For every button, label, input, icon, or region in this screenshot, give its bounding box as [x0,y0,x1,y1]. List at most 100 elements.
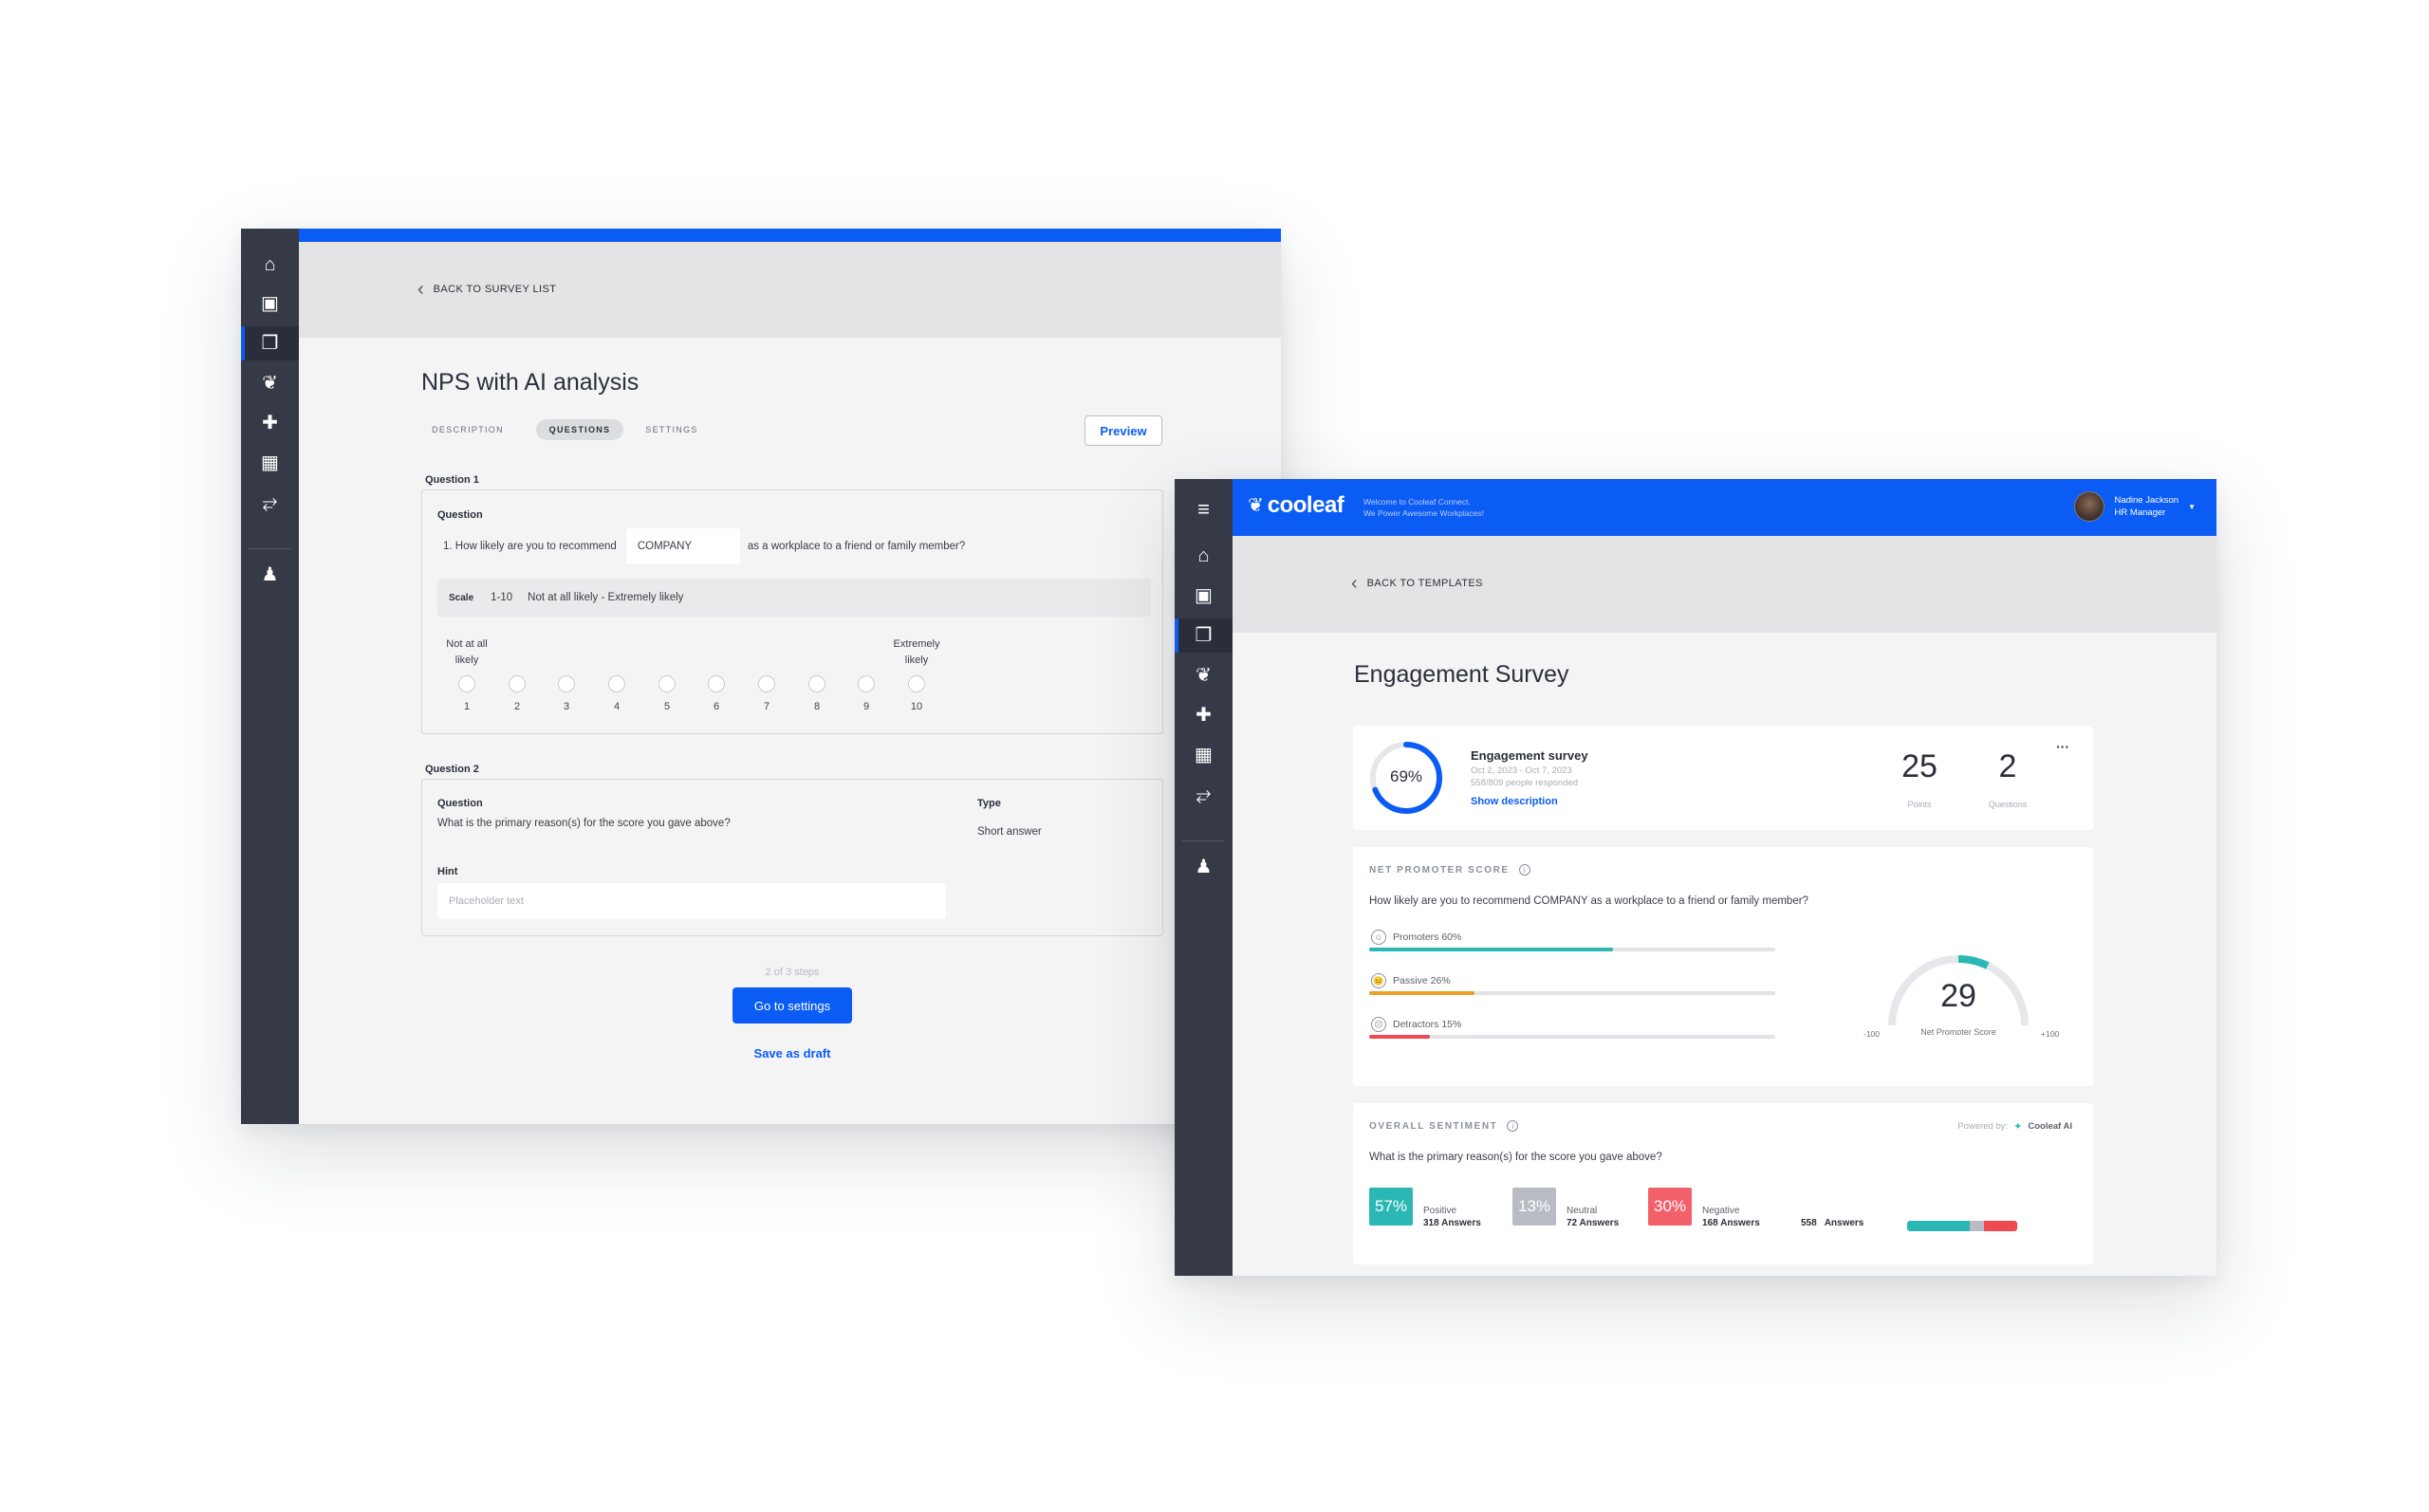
calendar-check-icon[interactable]: ▣ [1175,579,1233,613]
scale-number-8: 8 [813,701,821,712]
promoters-face-icon: ☺ [1371,930,1386,945]
scale-radio-4[interactable] [608,675,625,692]
powered-by: Powered by: ✦ Cooleaf AI [1957,1120,2072,1133]
scale-radio-10[interactable] [908,675,925,692]
steps-indicator: 2 of 3 steps [765,967,820,978]
save-as-draft-link[interactable]: Save as draft [734,1046,850,1060]
passive-label: Passive 26% [1393,975,1451,986]
hint-input[interactable]: Placeholder text [437,883,946,919]
q2-question-label: Question [437,798,483,809]
welcome-line-1: Welcome to Cooleaf Connect. [1363,497,1471,507]
heart-hands-icon[interactable]: ❦ [241,366,299,400]
tab-settings[interactable]: SETTINGS [640,419,704,440]
survey-dates: Oct 2, 2023 - Oct 7, 2023 [1471,765,1572,776]
back-to-survey-list[interactable]: ‹ BACK TO SURVEY LIST [417,280,556,299]
calendar-check-icon[interactable]: ▣ [241,286,299,321]
nps-section-label: NET PROMOTER SCORE [1369,864,1510,876]
user-role: HR Manager [2114,507,2166,518]
home-icon[interactable]: ⌂ [241,248,299,282]
scale-number-7: 7 [763,701,770,712]
total-count: 558 [1801,1218,1817,1228]
scale-description: Not at all likely - Extremely likely [528,592,684,603]
back-to-templates[interactable]: ‹ BACK TO TEMPLATES [1351,574,1483,593]
survey-icon[interactable]: ❐ [1175,618,1233,653]
question-2-card: Question What is the primary reason(s) f… [421,779,1163,936]
low-end-label: Not at all likely [446,638,488,666]
engagement-report-window: ≡ ⌂ ▣ ❐ ❦ ✚ ▦ ⥂ ♟ ❦ cooleaf Welcome to C… [1175,479,2216,1276]
high-end-label: Extremely likely [893,638,940,666]
total-answers: 558 Answers [1801,1218,1863,1228]
preview-button[interactable]: Preview [1085,415,1162,446]
scale-radio-2[interactable] [509,675,526,692]
split-negative [1984,1221,2017,1231]
nps-score: 29 [1940,978,1976,1014]
heart-hands-icon[interactable]: ❦ [1175,658,1233,692]
gift-icon[interactable]: ✚ [241,406,299,440]
q2-question-text[interactable]: What is the primary reason(s) for the sc… [437,818,731,829]
survey-responded: 558/809 people responded [1471,778,1579,788]
chevron-left-icon: ‹ [1351,573,1358,594]
scale-radio-9[interactable] [858,675,875,692]
ai-name: Cooleaf AI [2028,1121,2072,1132]
points-label: Points [1907,800,1932,809]
more-options-button[interactable]: ··· [2051,739,2074,754]
scale-number-2: 2 [513,701,521,712]
show-description-link[interactable]: Show description [1471,796,1558,807]
survey-summary-card: 69% Engagement survey Oct 2, 2023 - Oct … [1353,726,2093,830]
q1-question-prefix: 1. How likely are you to recommend [443,541,617,552]
brand-logo[interactable]: ❦ cooleaf [1248,492,1344,519]
tab-description[interactable]: DESCRIPTION [425,419,510,440]
home-icon[interactable]: ⌂ [1175,539,1233,573]
gift-icon[interactable]: ✚ [1175,698,1233,732]
scale-number-6: 6 [713,701,720,712]
split-positive [1907,1221,1971,1231]
user-menu[interactable]: Nadine Jackson HR Manager ▼ [2074,491,2196,522]
scale-radio-7[interactable] [758,675,775,692]
route-icon[interactable]: ⥂ [241,486,299,520]
passive-bar-track [1369,991,1775,995]
q2-type-label: Type [977,798,1001,809]
survey-name: Engagement survey [1471,748,1588,763]
positive-percent-box: 57% [1369,1188,1413,1226]
caret-down-icon: ▼ [2188,502,2196,511]
q2-hint-label: Hint [437,866,458,877]
company-field[interactable]: COMPANY [625,528,740,564]
points-value: 25 [1901,748,1938,784]
bell-icon[interactable]: ♟ [241,558,299,592]
sidebar-divider [249,548,291,549]
split-neutral [1970,1221,1985,1231]
scale-range[interactable]: 1-10 [491,592,512,603]
info-icon[interactable]: i [1518,864,1530,876]
survey-icon[interactable]: ❐ [241,326,299,360]
q2-type-value[interactable]: Short answer [977,826,1042,838]
calendar-icon[interactable]: ▦ [1175,738,1233,772]
top-accent-bar [299,229,1281,242]
response-rate-text: 69% [1389,767,1423,785]
sidebar: ⌂ ▣ ❐ ❦ ✚ ▦ ⥂ ♟ [241,229,299,1124]
spark-icon: ✦ [2013,1121,2023,1133]
scale-number-10: 10 [910,701,923,712]
neutral-percent-box: 13% [1512,1188,1556,1226]
info-icon[interactable]: i [1507,1120,1519,1132]
scale-radio-1[interactable] [458,675,475,692]
calendar-icon[interactable]: ▦ [241,446,299,480]
positive-name: Positive [1423,1206,1457,1216]
page-title: Engagement Survey [1354,661,1569,688]
scale-radio-5[interactable] [658,675,676,692]
passive-face-icon: 😐 [1371,973,1386,988]
tab-questions[interactable]: QUESTIONS [536,419,623,440]
scale-radio-6[interactable] [708,675,725,692]
menu-icon[interactable]: ≡ [1175,492,1233,526]
scale-radio-8[interactable] [808,675,825,692]
question-2-label: Question 2 [425,764,479,775]
scale-number-3: 3 [563,701,570,712]
nps-section-header: NET PROMOTER SCORE i [1369,864,1530,876]
negative-name: Negative [1702,1206,1740,1216]
go-to-settings-button[interactable]: Go to settings [732,987,852,1023]
nps-card: NET PROMOTER SCORE i How likely are you … [1353,847,2093,1086]
scale-radio-3[interactable] [558,675,575,692]
promoters-label: Promoters 60% [1393,931,1462,943]
nps-question: How likely are you to recommend COMPANY … [1369,895,1808,907]
route-icon[interactable]: ⥂ [1175,778,1233,812]
bell-icon[interactable]: ♟ [1175,850,1233,884]
